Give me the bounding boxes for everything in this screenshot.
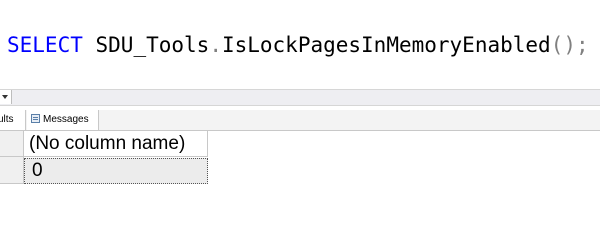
editor-results-splitter[interactable] bbox=[0, 89, 600, 106]
grid-corner[interactable] bbox=[0, 131, 24, 157]
tab-messages-label: Messages bbox=[43, 114, 89, 125]
call-parens: () bbox=[550, 33, 576, 57]
schema-name: SDU_Tools bbox=[95, 33, 210, 57]
messages-icon bbox=[31, 114, 40, 123]
dot-separator: . bbox=[209, 33, 222, 57]
query-window: SELECT SDU_Tools.IsLockPagesInMemoryEnab… bbox=[0, 0, 600, 200]
column-header[interactable]: (No column name) bbox=[24, 131, 208, 157]
sql-keyword-select: SELECT bbox=[7, 33, 83, 57]
results-tabs-bar: sults Messages bbox=[0, 110, 600, 131]
sql-statement[interactable]: SELECT SDU_Tools.IsLockPagesInMemoryEnab… bbox=[7, 32, 589, 58]
tab-messages[interactable]: Messages bbox=[27, 110, 99, 130]
function-name: IsLockPagesInMemoryEnabled bbox=[221, 33, 551, 57]
tab-results-label: sults bbox=[0, 114, 14, 125]
zoom-dropdown[interactable] bbox=[0, 90, 12, 104]
result-cell[interactable]: 0 bbox=[24, 158, 208, 184]
tab-results[interactable]: sults bbox=[0, 110, 26, 130]
results-grid: (No column name) 0 bbox=[0, 131, 600, 200]
statement-terminator: ; bbox=[576, 33, 589, 57]
row-header[interactable] bbox=[0, 157, 24, 184]
sql-editor[interactable]: SELECT SDU_Tools.IsLockPagesInMemoryEnab… bbox=[0, 0, 600, 88]
chevron-down-icon bbox=[2, 95, 8, 99]
